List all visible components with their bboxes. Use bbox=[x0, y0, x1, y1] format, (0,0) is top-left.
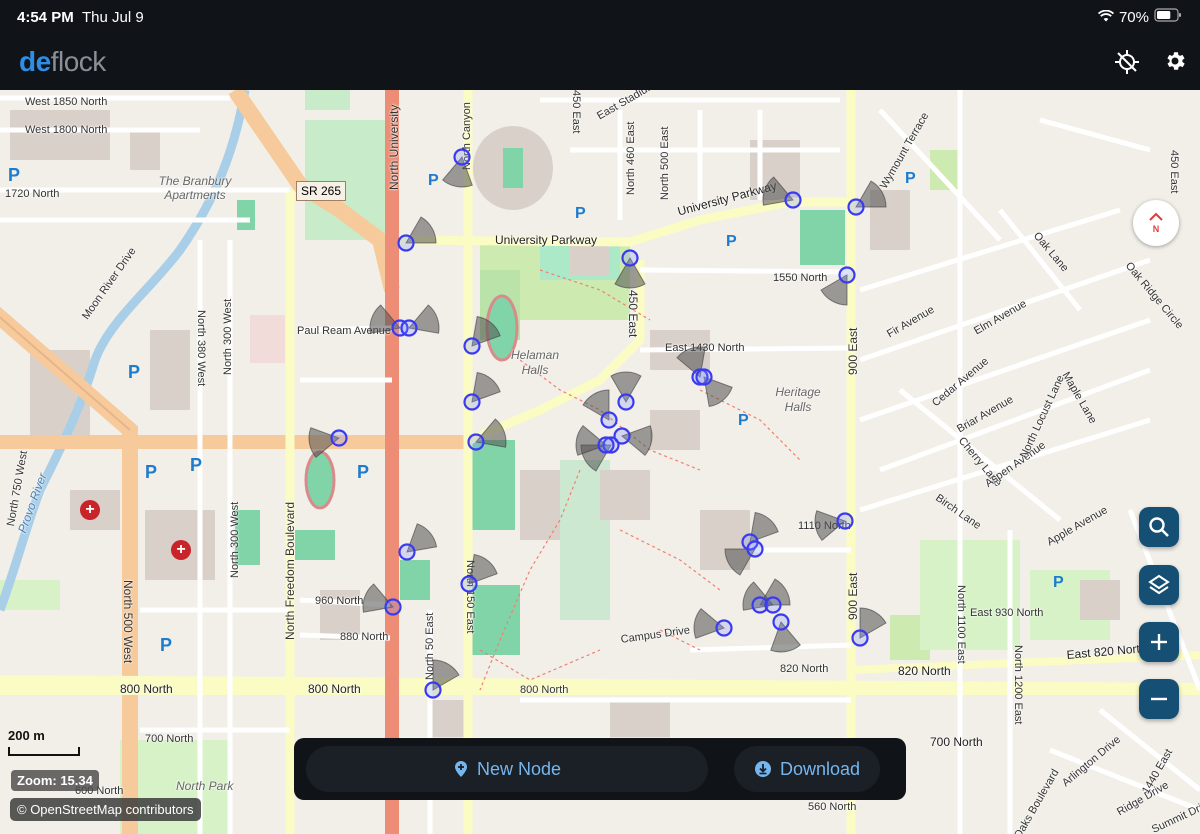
search-icon bbox=[1149, 517, 1169, 537]
camera-node-marker[interactable] bbox=[460, 575, 478, 593]
plus-icon bbox=[1151, 634, 1167, 650]
logo-suffix: flock bbox=[50, 46, 107, 77]
app-bar: deflock bbox=[0, 34, 1200, 90]
new-node-label: New Node bbox=[476, 758, 562, 779]
battery-icon bbox=[1154, 8, 1182, 26]
camera-node-marker[interactable] bbox=[463, 337, 481, 355]
zoom-in-button[interactable] bbox=[1139, 622, 1179, 662]
status-right: 70% bbox=[1097, 8, 1182, 26]
gear-icon[interactable] bbox=[1163, 49, 1189, 75]
download-label: Download bbox=[779, 758, 861, 779]
status-time: 4:54 PM bbox=[17, 9, 74, 26]
battery-percent: 70% bbox=[1118, 8, 1149, 26]
camera-node-marker[interactable] bbox=[330, 429, 348, 447]
camera-node-marker[interactable] bbox=[453, 148, 471, 166]
camera-node-marker[interactable] bbox=[851, 629, 869, 647]
download-button[interactable]: Download bbox=[734, 746, 880, 792]
zoom-out-button[interactable] bbox=[1139, 679, 1179, 719]
camera-node-marker[interactable] bbox=[695, 368, 713, 386]
camera-node-marker[interactable] bbox=[424, 681, 442, 699]
camera-node-marker[interactable] bbox=[764, 596, 782, 614]
app-logo: deflock bbox=[19, 46, 106, 78]
camera-node-marker[interactable] bbox=[836, 512, 854, 530]
camera-node-marker[interactable] bbox=[398, 543, 416, 561]
camera-node-marker[interactable] bbox=[847, 198, 865, 216]
camera-node-marker[interactable] bbox=[772, 613, 790, 631]
camera-node-marker[interactable] bbox=[467, 433, 485, 451]
camera-node-marker[interactable] bbox=[384, 598, 402, 616]
camera-node-marker[interactable] bbox=[746, 540, 764, 558]
scale-label: 200 m bbox=[8, 728, 45, 743]
bottom-action-panel: New Node Download bbox=[294, 738, 906, 800]
scale-bar bbox=[8, 747, 80, 756]
layers-icon bbox=[1148, 574, 1170, 595]
camera-node-marker[interactable] bbox=[400, 319, 418, 337]
compass-button[interactable]: N bbox=[1133, 200, 1179, 246]
camera-node-marker[interactable] bbox=[621, 249, 639, 267]
camera-node-marker[interactable] bbox=[597, 436, 615, 454]
camera-node-marker[interactable] bbox=[463, 393, 481, 411]
logo-prefix: de bbox=[19, 46, 51, 77]
camera-node-marker[interactable] bbox=[715, 619, 733, 637]
add-location-icon bbox=[454, 761, 467, 777]
status-date: Thu Jul 9 bbox=[82, 9, 144, 26]
map-view[interactable]: P P P P P P P P P P P P + + SR 265 West … bbox=[0, 90, 1200, 834]
camera-node-marker[interactable] bbox=[600, 411, 618, 429]
camera-node-marker[interactable] bbox=[617, 393, 635, 411]
new-node-button[interactable]: New Node bbox=[306, 746, 708, 792]
chevron-up-icon bbox=[1149, 212, 1163, 221]
wifi-icon bbox=[1097, 9, 1114, 26]
zoom-level-badge: Zoom: 15.34 bbox=[11, 770, 99, 791]
camera-node-marker[interactable] bbox=[784, 191, 802, 209]
download-icon bbox=[754, 761, 771, 777]
layers-button[interactable] bbox=[1139, 565, 1179, 605]
camera-node-marker[interactable] bbox=[838, 266, 856, 284]
status-bar: 4:54 PM Thu Jul 9 70% bbox=[0, 0, 1200, 34]
gps-off-icon[interactable] bbox=[1114, 49, 1140, 75]
camera-layer bbox=[308, 148, 887, 699]
map-attribution[interactable]: © OpenStreetMap contributors bbox=[10, 798, 201, 821]
camera-node-marker[interactable] bbox=[397, 234, 415, 252]
search-button[interactable] bbox=[1139, 507, 1179, 547]
compass-label: N bbox=[1152, 224, 1160, 234]
minus-icon bbox=[1151, 697, 1167, 701]
